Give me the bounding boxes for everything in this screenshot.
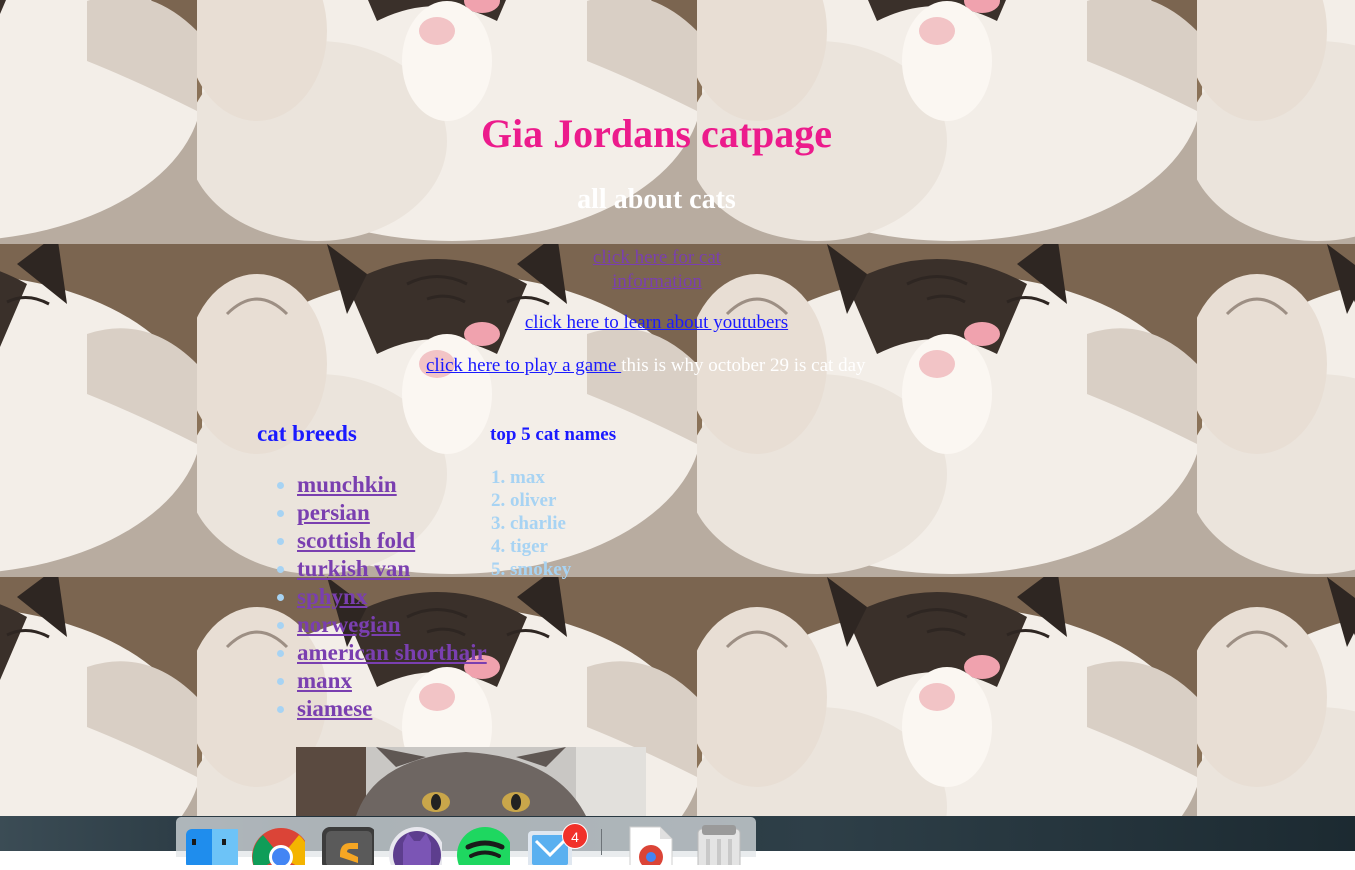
alfred-icon[interactable] [388, 825, 445, 870]
list-item: manx [297, 667, 487, 695]
mail-badge: 4 [562, 823, 588, 849]
spotify-icon[interactable] [456, 825, 513, 870]
list-item: norwegian [297, 611, 487, 639]
page-subtitle: all about cats [577, 184, 736, 215]
cat-info-link[interactable]: click here for cat information [593, 247, 721, 292]
cat-names-list: max oliver charlie tiger smokey [470, 466, 571, 581]
cat-names-heading: top 5 cat names [490, 424, 617, 445]
list-item: smokey [510, 558, 571, 581]
wallpaper-tile [1197, 577, 1355, 816]
finder-icon[interactable] [184, 825, 238, 869]
cat-info-link-wrapper: click here for cat information [577, 246, 737, 294]
youtubers-link-wrapper: click here to learn about youtubers [0, 312, 1313, 334]
list-item: siamese [297, 695, 487, 723]
play-game-link[interactable]: click here to play a game [426, 355, 621, 376]
breed-link-american-shorthair[interactable]: american shorthair [297, 640, 487, 665]
trash-icon[interactable] [692, 825, 746, 870]
grey-cat-photo [296, 747, 646, 816]
list-item: american shorthair [297, 639, 487, 667]
list-item: max [510, 466, 571, 489]
wallpaper-tile [697, 244, 1197, 577]
chrome-icon[interactable] [251, 825, 310, 870]
wallpaper-tile [1197, 244, 1355, 577]
cat-day-text: this is why october 29 is cat day [621, 355, 866, 376]
cat-breeds-heading: cat breeds [257, 421, 357, 446]
page-title: Gia Jordans catpage [480, 111, 833, 156]
youtubers-link[interactable]: click here to learn about youtubers [525, 312, 788, 333]
list-item: munchkin [297, 471, 487, 499]
breed-link-scottish-fold[interactable]: scottish fold [297, 528, 415, 553]
list-item: persian [297, 499, 487, 527]
list-item: charlie [510, 512, 571, 535]
breed-link-munchkin[interactable]: munchkin [297, 472, 397, 497]
list-item: scottish fold [297, 527, 487, 555]
list-item: oliver [510, 489, 571, 512]
breed-link-manx[interactable]: manx [297, 668, 352, 693]
game-row: click here to play a game this is why oc… [426, 355, 866, 377]
dock: 4 [176, 817, 756, 870]
cat-breeds-list: munchkin persian scottish fold turkish v… [257, 471, 487, 723]
list-item: turkish van [297, 555, 487, 583]
breed-link-norwegian[interactable]: norwegian [297, 612, 401, 637]
breed-link-siamese[interactable]: siamese [297, 696, 372, 721]
breed-link-turkish-van[interactable]: turkish van [297, 556, 410, 581]
wallpaper-tile [0, 577, 197, 816]
chrome-document-icon[interactable] [624, 825, 678, 870]
breed-link-sphynx[interactable]: sphynx [297, 584, 367, 609]
breed-link-persian[interactable]: persian [297, 500, 370, 525]
list-item: sphynx [297, 583, 487, 611]
list-item: tiger [510, 535, 571, 558]
wallpaper-tile [0, 244, 197, 577]
sublime-text-icon[interactable] [320, 825, 376, 870]
dock-divider [601, 829, 602, 855]
wallpaper-tile [697, 577, 1197, 816]
